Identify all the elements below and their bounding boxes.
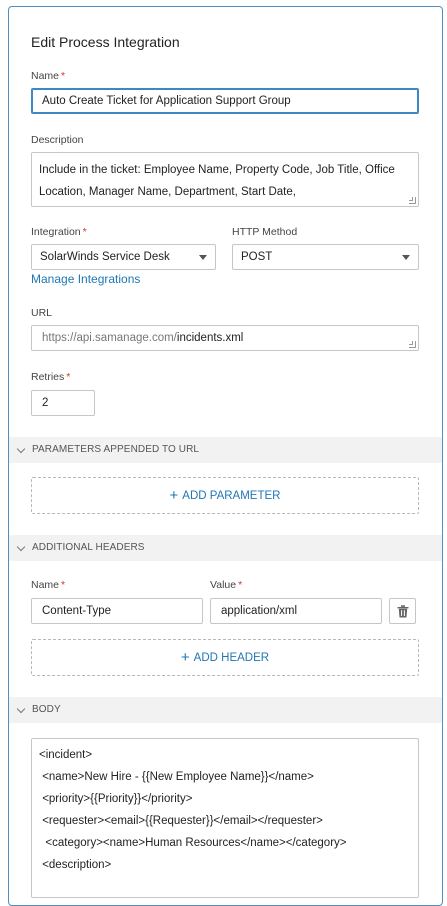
headers-section-title: ADDITIONAL HEADERS: [32, 542, 145, 553]
integration-label: Integration *: [31, 226, 87, 238]
url-label: URL: [31, 307, 53, 319]
body-line: <category><name>Human Resources</name></…: [39, 837, 347, 849]
retries-label: Retries *: [31, 371, 71, 383]
parameters-section-title: PARAMETERS APPENDED TO URL: [32, 444, 200, 455]
description-text: Include in the ticket: Employee Name, Pr…: [39, 164, 395, 198]
body-line: <requester><email>{{Requester}}</email><…: [39, 815, 323, 827]
trash-icon: [397, 605, 409, 618]
add-header-button[interactable]: + ADD HEADER: [31, 639, 419, 676]
plus-icon: +: [169, 487, 179, 504]
body-line: <name>New Hire - {{New Employee Name}}</…: [39, 771, 314, 783]
http-method-label: HTTP Method: [232, 226, 298, 238]
body-editor[interactable]: <incident> <name>New Hire - {{New Employ…: [31, 738, 419, 898]
header-name-label: Name *: [31, 579, 66, 591]
header-value-input[interactable]: application/xml: [210, 598, 382, 624]
resize-handle[interactable]: [409, 341, 416, 348]
url-path: incidents.xml: [176, 332, 244, 344]
chevron-down-icon: [16, 542, 26, 552]
url-input[interactable]: https://api.samanage.com/incidents.xml: [31, 325, 419, 351]
body-section-header[interactable]: BODY: [9, 697, 442, 723]
body-line: <description>: [39, 859, 112, 871]
delete-header-button[interactable]: [389, 598, 416, 624]
manage-integrations-link[interactable]: Manage Integrations: [31, 272, 140, 286]
body-section-title: BODY: [32, 704, 61, 715]
http-method-value: POST: [241, 251, 273, 263]
header-name-input[interactable]: Content-Type: [31, 598, 203, 624]
edit-integration-panel: Edit Process Integration Name * Auto Crea…: [8, 6, 443, 906]
headers-section-header[interactable]: ADDITIONAL HEADERS: [9, 535, 442, 561]
retries-input[interactable]: 2: [31, 390, 95, 416]
plus-icon: +: [180, 649, 190, 666]
url-base: https://api.samanage.com/: [42, 332, 177, 344]
caret-down-icon: [199, 255, 207, 260]
parameters-section-header[interactable]: PARAMETERS APPENDED TO URL: [9, 437, 442, 463]
chevron-down-icon: [16, 444, 26, 454]
chevron-down-icon: [16, 704, 26, 714]
integration-select[interactable]: SolarWinds Service Desk: [31, 244, 216, 270]
http-method-select[interactable]: POST: [232, 244, 419, 270]
name-label: Name *: [31, 70, 66, 82]
integration-value: SolarWinds Service Desk: [40, 251, 170, 263]
add-parameter-button[interactable]: + ADD PARAMETER: [31, 477, 419, 514]
header-value-label: Value *: [210, 579, 243, 591]
resize-handle[interactable]: [409, 197, 416, 204]
description-textarea[interactable]: Include in the ticket: Employee Name, Pr…: [31, 152, 419, 207]
name-input[interactable]: Auto Create Ticket for Application Suppo…: [31, 88, 419, 114]
caret-down-icon: [402, 255, 410, 260]
panel-title: Edit Process Integration: [31, 34, 180, 50]
description-label: Description: [31, 134, 84, 146]
body-line: <priority>{{Priority}}</priority>: [39, 793, 193, 805]
body-line: <incident>: [39, 749, 93, 761]
